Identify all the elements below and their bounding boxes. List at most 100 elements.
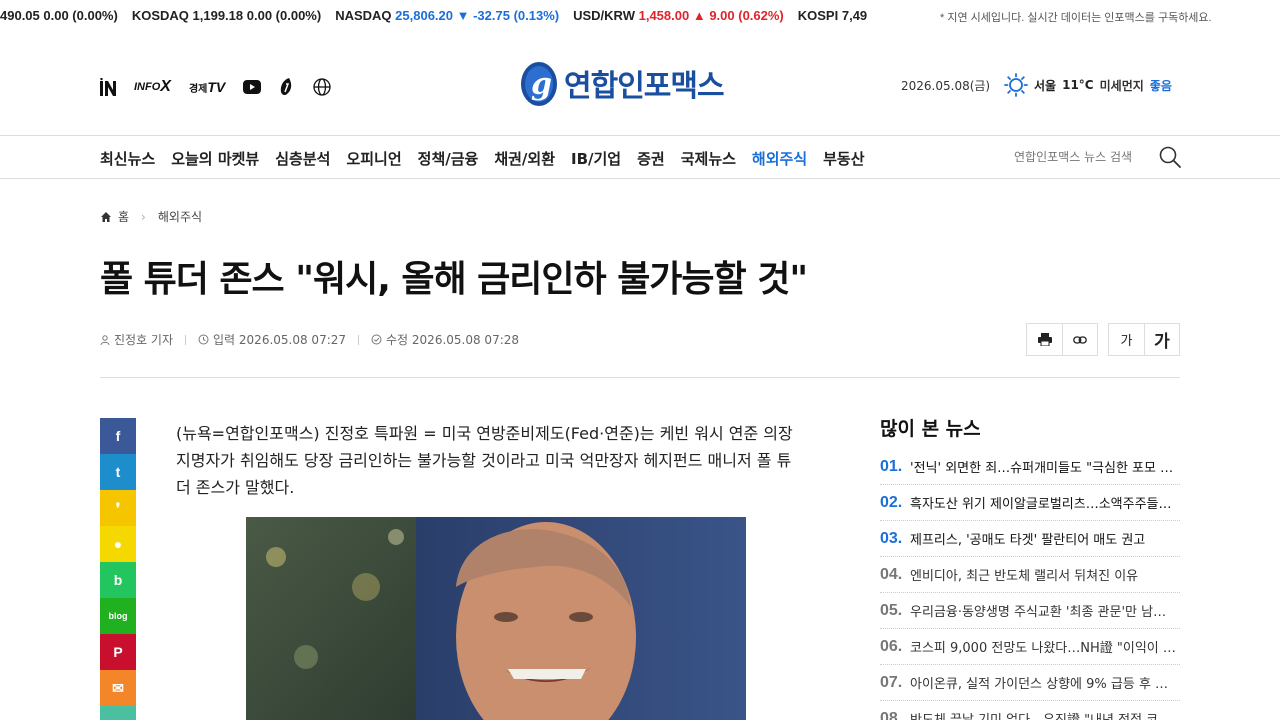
article-title: 폴 튜더 존스 "워시, 올해 금리인하 불가능할 것" — [100, 259, 808, 300]
popular-headline: '전닉' 외면한 죄…슈퍼개미들도 "극심한 포모 … — [910, 461, 1174, 476]
nav-item[interactable]: 부동산 — [823, 148, 864, 169]
popular-headline: 아이온큐, 실적 가이던스 상향에 9% 급등 후 … — [910, 677, 1169, 692]
share-tools — [1026, 323, 1098, 356]
ticker-note: * 지연 시세입니다. 실시간 데이터는 인포맥스를 구독하세요. — [940, 12, 1212, 24]
ticker-name: KOSPI — [797, 8, 839, 23]
popular-rank: 07. — [880, 673, 903, 691]
blog-icon[interactable] — [279, 77, 295, 97]
sns-links: INFO X 경제 TV — [100, 77, 331, 97]
economy-tv-icon[interactable]: 경제 TV — [189, 77, 225, 97]
globe-icon[interactable] — [313, 77, 331, 97]
popular-item[interactable]: 08. 반도체 끝날 기미 없다…유진證 "내년 정점 코… — [880, 701, 1180, 720]
nav-item[interactable]: IB/기업 — [571, 148, 621, 169]
more-icon: • — [116, 716, 121, 720]
modified-date: 수정 2026.05.08 07:28 — [386, 333, 520, 347]
nav-item[interactable]: 채권/외환 — [494, 148, 555, 169]
ticker-name: NASDAQ — [335, 8, 392, 23]
kakaotalk-share-button[interactable]: ● — [100, 526, 136, 562]
kakaotalk-icon: ● — [113, 536, 123, 552]
kakaostory-share-button[interactable]: ❜ — [100, 490, 136, 526]
nav-item[interactable]: 증권 — [637, 148, 665, 169]
site-header: INFO X 경제 TV g 연합인포맥스 2026.05.08(금) 서울 1… — [0, 32, 1280, 136]
ticker-value: 25,806.20 — [395, 8, 453, 23]
popular-item[interactable]: 03. 제프리스, '공매도 타겟' 팔란티어 매도 권고 — [880, 521, 1180, 557]
author-info: 진정호 기자 — [100, 331, 173, 348]
popular-list: 01. '전닉' 외면한 죄…슈퍼개미들도 "극심한 포모 … 02. 흑자도산 위기… — [880, 449, 1180, 720]
nav-item[interactable]: 심층분석 — [275, 148, 330, 169]
share-bar: f t ❜ ● b blog P ✉ • — [100, 418, 136, 720]
ticker-item[interactable]: USD/KRW 1,458.00 ▲ 9.00 (0.62%) — [573, 8, 784, 23]
search-input[interactable] — [1014, 150, 1144, 164]
meta-divider — [358, 334, 360, 345]
person-icon — [100, 334, 110, 345]
ticker-name: USD/KRW — [573, 8, 635, 23]
ticker-value: 7,49 — [841, 8, 868, 23]
breadcrumb-home[interactable]: 홈 — [118, 208, 129, 225]
chevron-right-icon: › — [141, 209, 146, 224]
ticker-change: 0.00 (0.00%) — [246, 8, 322, 23]
band-share-button[interactable]: b — [100, 562, 136, 598]
breadcrumb-section[interactable]: 해외주식 — [158, 208, 202, 225]
copy-link-button[interactable] — [1062, 324, 1097, 355]
blog-share-button[interactable]: blog — [100, 598, 136, 634]
popular-item[interactable]: 07. 아이온큐, 실적 가이던스 상향에 9% 급등 후 … — [880, 665, 1180, 701]
weather-city: 서울 — [1034, 78, 1057, 93]
nav-item[interactable]: 오늘의 마켓뷰 — [171, 148, 259, 169]
popular-headline: 제프리스, '공매도 타겟' 팔란티어 매도 권고 — [910, 533, 1146, 548]
kakaostory-icon: ❜ — [115, 499, 121, 516]
article-meta: 진정호 기자 입력 2026.05.08 07:27 수정 2026.05.08… — [100, 331, 519, 348]
ticker-change: ▲ 9.00 (0.62%) — [692, 8, 784, 23]
ticker-item[interactable]: NASDAQ 25,806.20 ▼ -32.75 (0.13%) — [335, 8, 559, 23]
site-logo[interactable]: g 연합인포맥스 — [518, 58, 725, 108]
popular-item[interactable]: 01. '전닉' 외면한 죄…슈퍼개미들도 "극심한 포모 … — [880, 449, 1180, 485]
nav-item[interactable]: 최신뉴스 — [100, 148, 155, 169]
meta-divider — [185, 334, 187, 345]
popular-rank: 06. — [880, 637, 903, 655]
meta-divider-line — [100, 377, 1180, 378]
market-ticker: 490.05 0.00 (0.00%) KOSDAQ 1,199.18 0.00 … — [0, 0, 1280, 32]
nav-item[interactable]: 국제뉴스 — [681, 148, 736, 169]
popular-item[interactable]: 04. 엔비디아, 최근 반도체 랠리서 뒤쳐진 이유 — [880, 557, 1180, 593]
nav-item[interactable]: 정책/금융 — [418, 148, 479, 169]
breadcrumb: 홈 › 해외주식 — [100, 208, 202, 225]
photo-image — [246, 517, 746, 720]
ticker-value: 1,458.00 — [638, 8, 690, 23]
published-info: 입력 2026.05.08 07:27 — [198, 331, 346, 348]
pinterest-share-button[interactable]: P — [100, 634, 136, 670]
infox-icon[interactable]: INFO X — [134, 77, 171, 97]
more-share-button[interactable]: • — [100, 706, 136, 720]
popular-item[interactable]: 02. 흑자도산 위기 제이알글로벌리츠…소액주주들… — [880, 485, 1180, 521]
ticker-item[interactable]: KOSPI 7,49 — [798, 8, 867, 23]
article-photo — [246, 517, 746, 720]
ticker-item[interactable]: KOSDAQ 1,199.18 0.00 (0.00%) — [132, 8, 321, 23]
ticker-name: KOSDAQ — [131, 8, 189, 23]
author-name[interactable]: 진정호 기자 — [114, 331, 173, 348]
popular-news: 많이 본 뉴스 01. '전닉' 외면한 죄…슈퍼개미들도 "극심한 포모 … 02… — [880, 414, 1180, 720]
ticker-item[interactable]: 490.05 0.00 (0.00%) — [0, 8, 118, 23]
mail-share-button[interactable]: ✉ — [100, 670, 136, 706]
article-body: (뉴욕=연합인포맥스) 진정호 특파원 = 미국 연방준비제도(Fed·연준)는… — [176, 424, 793, 497]
popular-headline: 우리금융·동양생명 주식교환 '최종 관문'만 남… — [910, 605, 1167, 620]
youtube-icon[interactable] — [243, 77, 262, 97]
font-larger-button[interactable]: 가 — [1144, 324, 1179, 355]
nav-items: 최신뉴스 오늘의 마켓뷰 심층분석 오피니언 정책/금융 채권/외환 IB/기업 증권 국제뉴스… — [100, 148, 865, 169]
nav-item[interactable]: 오피니언 — [346, 148, 401, 169]
current-date: 2026.05.08(금) — [901, 79, 991, 93]
ticker-value: 490.05 — [0, 8, 40, 23]
infomax-in-icon[interactable] — [100, 77, 116, 97]
search-icon[interactable] — [1158, 145, 1182, 169]
logo-text: 연합인포맥스 — [564, 69, 725, 104]
font-smaller-button[interactable]: 가 — [1109, 324, 1144, 355]
font-size-tools: 가 가 — [1108, 323, 1180, 356]
popular-headline: 반도체 끝날 기미 없다…유진證 "내년 정점 코… — [910, 709, 1180, 720]
popular-rank: 01. — [880, 457, 903, 475]
facebook-share-button[interactable]: f — [100, 418, 136, 454]
print-button[interactable] — [1027, 324, 1062, 355]
popular-rank: 05. — [880, 601, 903, 619]
popular-item[interactable]: 05. 우리금융·동양생명 주식교환 '최종 관문'만 남… — [880, 593, 1180, 629]
popular-item[interactable]: 06. 코스피 9,000 전망도 나왔다…NH證 "이익이 … — [880, 629, 1180, 665]
nav-item[interactable]: 해외주식 — [752, 148, 807, 169]
article-tools: 가 가 — [1026, 323, 1180, 356]
twitter-share-button[interactable]: t — [100, 454, 136, 490]
home-icon[interactable] — [100, 211, 112, 223]
